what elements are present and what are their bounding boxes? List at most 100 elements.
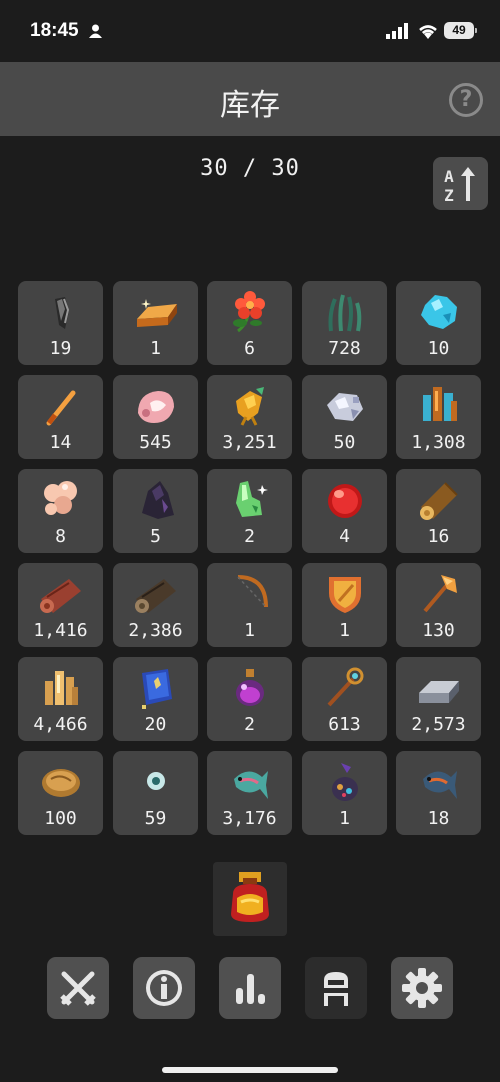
inventory-slot[interactable]: 2,386 (113, 563, 198, 647)
shield-icon (329, 577, 361, 613)
person-icon (89, 24, 102, 38)
item-quantity: 10 (427, 338, 450, 359)
inventory-slot[interactable]: 6 (207, 281, 292, 365)
inventory-slot[interactable]: 1,416 (18, 563, 103, 647)
inventory-slot[interactable]: 10 (396, 281, 481, 365)
inventory-slot[interactable]: 1,308 (396, 375, 481, 459)
inventory-slot[interactable]: 4,466 (18, 657, 103, 741)
inventory-slot[interactable]: 14 (18, 375, 103, 459)
iron-bar-icon (419, 681, 459, 703)
axe-icon (423, 575, 457, 613)
item-quantity: 8 (55, 526, 66, 547)
dark-log-icon (135, 579, 176, 613)
eye-icon (147, 772, 165, 790)
inventory-slot[interactable]: 613 (302, 657, 387, 741)
inventory-slot[interactable]: 5 (113, 469, 198, 553)
inventory-slot[interactable]: 2 (207, 469, 292, 553)
item-quantity: 1 (150, 338, 161, 359)
battery-indicator: 49 (444, 22, 477, 39)
signal-icon (386, 23, 408, 39)
inventory-slot[interactable]: 1 (302, 751, 387, 835)
item-quantity: 6 (244, 338, 255, 359)
item-quantity: 3,176 (222, 808, 277, 829)
item-quantity: 19 (49, 338, 72, 359)
inventory-count: 30 / 30 (200, 156, 300, 181)
inventory-slot[interactable]: 728 (302, 281, 387, 365)
pink-shell-icon (138, 391, 174, 423)
inventory-slot[interactable]: 50 (302, 375, 387, 459)
inventory-slot[interactable]: 2,573 (396, 657, 481, 741)
item-quantity: 4 (339, 526, 350, 547)
combat-swords-icon (60, 971, 96, 1006)
item-quantity: 1 (339, 620, 350, 641)
feather-icon (46, 390, 76, 426)
fish-icon (234, 771, 268, 799)
inventory-slot[interactable]: 4 (302, 469, 387, 553)
nav-stats-button[interactable] (219, 957, 281, 1019)
item-quantity: 14 (49, 432, 72, 453)
item-quantity: 59 (144, 808, 167, 829)
item-quantity: 18 (427, 808, 450, 829)
inventory-slot[interactable]: 545 (113, 375, 198, 459)
nav-settings-button[interactable] (391, 957, 453, 1019)
page-title: 库存 (220, 88, 280, 123)
dark-cloak-icon (142, 481, 174, 519)
bag-icon (231, 872, 269, 922)
item-quantity: 2,386 (128, 620, 183, 641)
sort-az-icon: A Z (444, 167, 475, 205)
item-quantity: 16 (427, 526, 450, 547)
inventory-slot[interactable]: 100 (18, 751, 103, 835)
item-quantity: 20 (144, 714, 167, 735)
inventory-slot[interactable]: 1 (113, 281, 198, 365)
blue-crystal-icon (421, 295, 457, 329)
inventory-slot[interactable]: 1 (302, 563, 387, 647)
claw-icon (55, 297, 70, 329)
bread-icon (42, 769, 80, 797)
item-quantity: 2 (244, 526, 255, 547)
golden-bird-icon (236, 387, 264, 426)
inventory-slot[interactable]: 130 (396, 563, 481, 647)
sort-button[interactable]: A Z (433, 157, 488, 210)
inventory-slot[interactable]: 1 (207, 563, 292, 647)
svg-text:Z: Z (444, 186, 454, 205)
item-quantity: 3,251 (222, 432, 277, 453)
green-gem-icon (236, 481, 268, 517)
inventory-backpack-icon (320, 972, 352, 1006)
crystal-cluster-icon (423, 387, 457, 421)
mushroom-icon (44, 481, 77, 515)
gold-bar-icon (137, 299, 177, 327)
red-log-icon (40, 579, 81, 613)
nav-combat-button[interactable] (47, 957, 109, 1019)
help-button[interactable]: ? (449, 83, 483, 117)
inventory-slot[interactable]: 3,251 (207, 375, 292, 459)
red-flower-icon (233, 291, 265, 333)
item-quantity: 728 (328, 338, 361, 359)
item-quantity: 1 (244, 620, 255, 641)
nav-inventory-button[interactable] (305, 957, 367, 1019)
inventory-slot[interactable]: 3,176 (207, 751, 292, 835)
status-time: 18:45 (30, 20, 79, 41)
wifi-icon (419, 25, 437, 39)
inventory-slot[interactable]: 19 (18, 281, 103, 365)
inventory-slot[interactable]: 16 (396, 469, 481, 553)
home-indicator[interactable] (162, 1067, 338, 1073)
item-quantity: 2,573 (411, 714, 466, 735)
silver-ore-icon (327, 393, 363, 421)
item-quantity: 1,416 (33, 620, 88, 641)
inventory-slot[interactable]: 8 (18, 469, 103, 553)
nav-info-button[interactable] (133, 957, 195, 1019)
item-quantity: 50 (333, 432, 356, 453)
item-quantity: 1,308 (411, 432, 466, 453)
spellbook-icon (142, 669, 172, 709)
gold-crystals-icon (45, 671, 78, 705)
dark-fish-icon (423, 771, 457, 799)
inventory-slot[interactable]: 20 (113, 657, 198, 741)
item-quantity: 100 (44, 808, 77, 829)
inventory-slot[interactable]: 2 (207, 657, 292, 741)
inventory-slot[interactable]: 59 (113, 751, 198, 835)
inventory-slot[interactable]: 18 (396, 751, 481, 835)
status-bar: 18:45 49 (0, 0, 500, 62)
item-quantity: 4,466 (33, 714, 88, 735)
equipped-bag-slot[interactable] (213, 862, 287, 936)
wand-icon (327, 667, 364, 707)
